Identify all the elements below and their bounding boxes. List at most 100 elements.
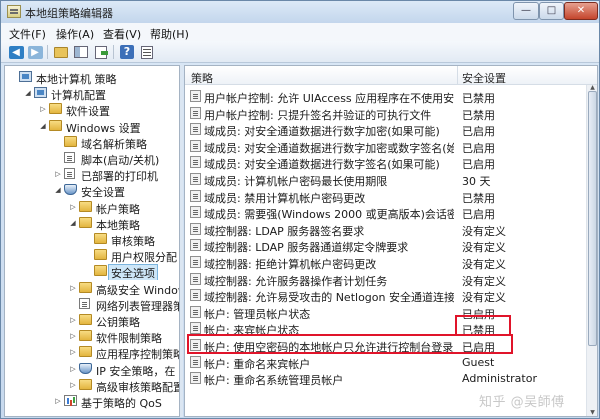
tree-item[interactable]: 网络列表管理器策略 (5, 296, 179, 313)
expand-arrow-icon[interactable]: ▷ (54, 397, 62, 405)
collapse-arrow-icon[interactable]: ◢ (54, 186, 62, 194)
close-button[interactable]: ✕ (564, 2, 598, 20)
tree-item-label: 计算机配置 (51, 89, 106, 103)
tree-item[interactable]: ▷ 软件限制策略 (5, 328, 179, 345)
folder-icon (79, 378, 92, 390)
tree-item[interactable]: ▷ 应用程序控制策略 (5, 344, 179, 361)
minimize-button[interactable]: — (513, 2, 539, 20)
menu-help[interactable]: 帮助(H) (150, 26, 189, 42)
collapse-arrow-icon[interactable]: ◢ (24, 89, 32, 97)
folder-icon (94, 265, 107, 277)
policy-row[interactable]: 帐户: 重命名系统管理员帐户 Administrator (185, 369, 585, 387)
export-list-button[interactable] (93, 44, 109, 60)
up-one-level-button[interactable] (53, 44, 69, 60)
tree-item[interactable]: ▷ 高级安全 Windows (5, 280, 179, 297)
policy-row[interactable]: 域控制器: 拒绝计算机帐户密码更改 没有定义 (185, 253, 585, 271)
scroll-down-icon[interactable]: ▼ (587, 410, 597, 416)
tree-item[interactable]: 域名解析策略 (5, 134, 179, 151)
policy-row[interactable]: 域控制器: 允许服务器操作者计划任务 没有定义 (185, 270, 585, 288)
vertical-scrollbar[interactable]: ▲ ▼ (586, 85, 597, 416)
tree-item[interactable]: ◢ 本地策略 (5, 215, 179, 232)
tree-item[interactable]: 安全选项 (5, 263, 179, 281)
expand-arrow-icon[interactable]: ▷ (69, 348, 77, 356)
policy-icon (190, 206, 201, 219)
policy-row[interactable]: 域控制器: LDAP 服务器通道绑定令牌要求 没有定义 (185, 236, 585, 254)
show-hide-tree-button[interactable] (73, 44, 89, 60)
tree-item[interactable]: ▷ 软件设置 (5, 101, 179, 118)
policy-row[interactable]: 域控制器: LDAP 服务器签名要求 没有定义 (185, 220, 585, 238)
expand-arrow-icon[interactable]: ▷ (39, 105, 47, 113)
policy-list: 策略 安全设置 用户帐户控制: 允许 UIAccess 应用程序在不使用安全桌面… (184, 65, 598, 417)
tree-item[interactable]: 脚本(启动/关机) (5, 150, 179, 167)
scroll-thumb[interactable] (588, 91, 597, 346)
pane-splitter[interactable] (180, 65, 183, 417)
expand-arrow-icon[interactable]: ▷ (69, 332, 77, 340)
expand-arrow-icon[interactable]: ▷ (69, 365, 77, 373)
column-header-policy[interactable]: 策略 (191, 70, 213, 86)
tree-item[interactable]: 用户权限分配 (5, 247, 179, 264)
properties-button[interactable] (139, 44, 155, 60)
doc-icon (64, 152, 75, 163)
policy-row[interactable]: 域成员: 对安全通道数据进行数字加密或数字签名(始终) 已启用 (185, 137, 585, 155)
tree-item-label: 高级安全 Windows (96, 283, 179, 297)
menu-view[interactable]: 查看(V) (103, 26, 141, 42)
policy-icon (190, 123, 201, 136)
policy-icon (190, 222, 201, 235)
expand-arrow-icon[interactable]: ▷ (69, 203, 77, 211)
expand-arrow-icon[interactable]: ▷ (54, 170, 62, 178)
menu-action[interactable]: 操作(A) (56, 26, 94, 42)
collapse-arrow-icon[interactable]: ◢ (39, 122, 47, 130)
tree-item[interactable]: ◢ Windows 设置 (5, 118, 179, 135)
policy-icon (190, 239, 201, 252)
console-tree[interactable]: 本地计算机 策略 ◢ 计算机配置 ▷ 软件设置 ◢ Windows 设置域名解析策略 脚本(启… (4, 65, 180, 417)
computer-icon (34, 87, 47, 99)
title-bar[interactable]: 本地组策略编辑器 — □ ✕ (1, 1, 599, 23)
tree-item[interactable]: ▷ 已部署的打印机 (5, 166, 179, 183)
tree-item[interactable]: ◢ 计算机配置 (5, 85, 179, 102)
policy-row[interactable]: 域成员: 对安全通道数据进行数字签名(如果可能) 已启用 (185, 153, 585, 171)
policy-row[interactable]: 帐户: 重命名来宾帐户 Guest (185, 353, 585, 371)
policy-row[interactable]: 域成员: 计算机帐户密码最长使用期限 30 天 (185, 170, 585, 188)
column-header-setting[interactable]: 安全设置 (462, 70, 506, 86)
expand-arrow-icon[interactable]: ▷ (69, 381, 77, 389)
menu-file[interactable]: 文件(F) (9, 26, 46, 42)
tree-item[interactable]: 本地计算机 策略 (5, 69, 179, 86)
tree-item[interactable]: 审核策略 (5, 231, 179, 248)
policy-row[interactable]: 域控制器: 允许易受攻击的 Netlogon 安全通道连接 没有定义 (185, 286, 585, 304)
policy-row[interactable]: 域成员: 需要强(Windows 2000 或更高版本)会话密钥 已启用 (185, 203, 585, 221)
expand-arrow-icon[interactable]: ▷ (69, 284, 77, 292)
policy-row[interactable]: 帐户: 管理员帐户状态 已启用 (185, 303, 585, 321)
forward-button[interactable]: ▶ (27, 44, 43, 60)
folder-icon (79, 216, 92, 228)
tree-item-label: 公钥策略 (96, 316, 140, 329)
column-divider[interactable] (457, 66, 458, 85)
policy-icon (190, 289, 201, 302)
policy-row[interactable]: 用户帐户控制: 允许 UIAccess 应用程序在不使用安全桌面...已禁用 (185, 87, 585, 105)
policy-row[interactable]: 用户帐户控制: 只提升签名并验证的可执行文件 已禁用 (185, 104, 585, 122)
policy-setting-value: Administrator (462, 372, 537, 386)
menu-bar: 文件(F) 操作(A) 查看(V) 帮助(H) (1, 23, 599, 41)
tree-item[interactable]: ▷ 高级审核策略配置 (5, 377, 179, 394)
policy-setting-value: Guest (462, 355, 495, 369)
policy-icon (190, 139, 201, 152)
tree-item-label: 安全设置 (81, 186, 125, 200)
tree-item[interactable]: ▷ 帐户策略 (5, 199, 179, 216)
tree-item-label: 已部署的打印机 (81, 170, 158, 184)
tree-item[interactable]: ▷ IP 安全策略，在 本 (5, 361, 179, 378)
collapse-arrow-icon[interactable]: ◢ (69, 219, 77, 227)
tree-item-label: 域名解析策略 (81, 137, 147, 151)
maximize-button[interactable]: □ (539, 2, 564, 20)
policy-icon (190, 256, 201, 268)
policy-row[interactable]: 域成员: 对安全通道数据进行数字加密(如果可能) 已启用 (185, 120, 585, 138)
tree-item[interactable]: ▷ 公钥策略 (5, 312, 179, 329)
tree-item-label: 本地计算机 策略 (36, 73, 117, 86)
back-button[interactable]: ◀ (8, 44, 24, 60)
help-icon: ? (120, 45, 134, 59)
tree-item[interactable]: ◢ 安全设置 (5, 182, 179, 199)
tree-item-label: IP 安全策略，在 本 (96, 364, 179, 378)
shield-icon (64, 184, 77, 196)
help-button[interactable]: ? (119, 44, 135, 60)
policy-row[interactable]: 域成员: 禁用计算机帐户密码更改 已禁用 (185, 187, 585, 205)
tree-item[interactable]: ▷ 基于策略的 QoS (5, 393, 179, 410)
expand-arrow-icon[interactable]: ▷ (69, 316, 77, 324)
